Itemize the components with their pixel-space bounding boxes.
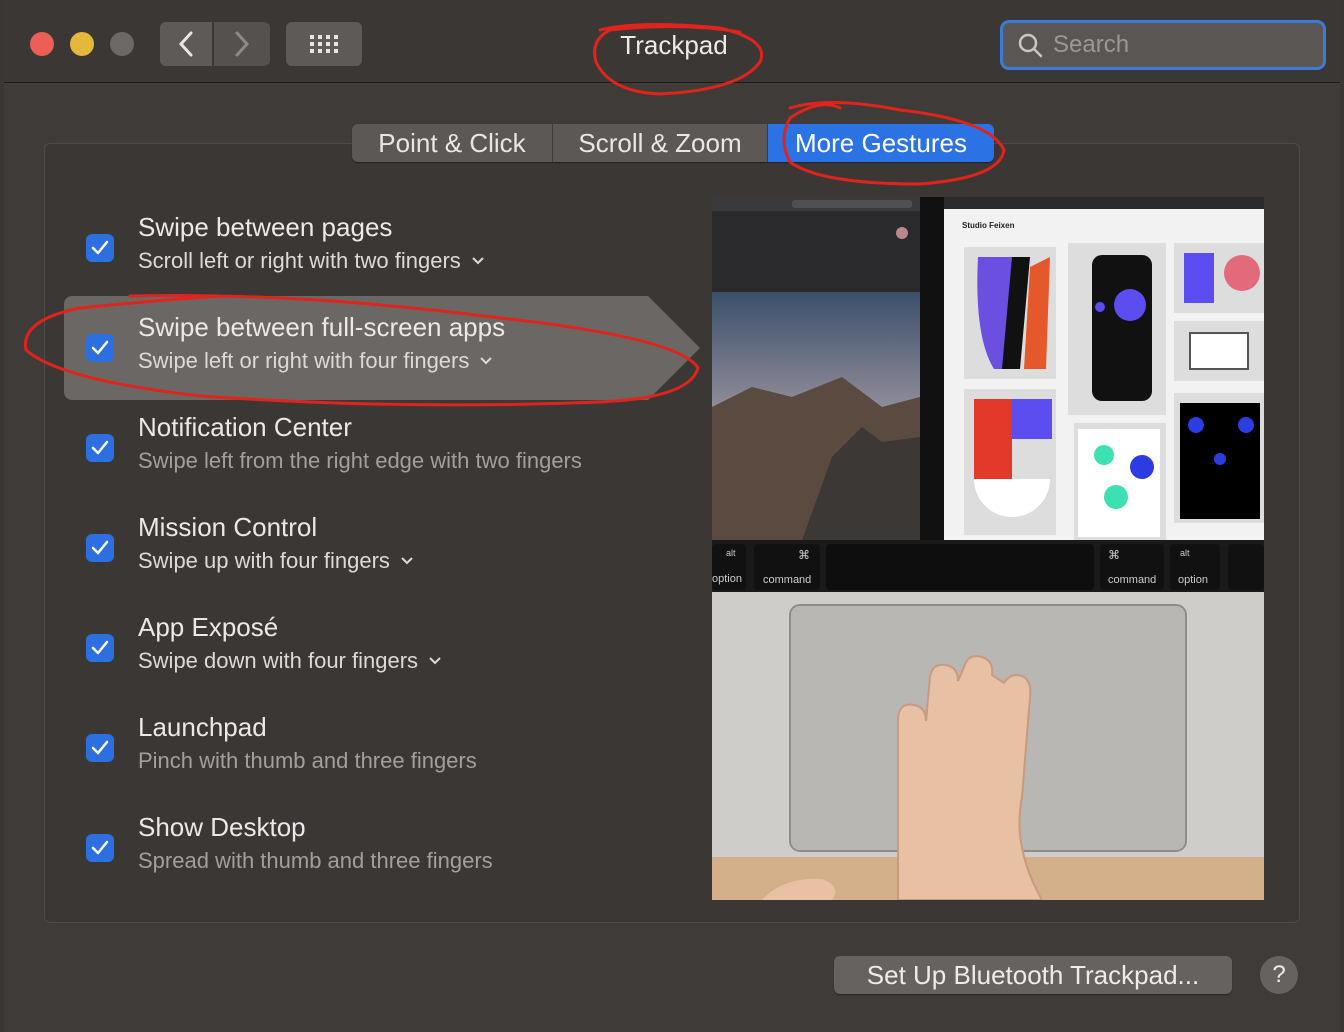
help-button[interactable]: ?	[1260, 956, 1298, 994]
chevron-down-icon	[429, 657, 441, 665]
gesture-row-notification-center[interactable]: Notification Center Swipe left from the …	[64, 396, 704, 496]
checkbox-show-desktop[interactable]	[86, 834, 114, 862]
key-alt-left: alt	[726, 548, 736, 558]
key-alt-right: alt	[1180, 548, 1190, 558]
selection-arrow	[648, 296, 700, 400]
minimize-button[interactable]	[70, 32, 94, 56]
checkbox-mission-control[interactable]	[86, 534, 114, 562]
gesture-row-show-desktop[interactable]: Show Desktop Spread with thumb and three…	[64, 796, 704, 896]
gesture-title: Mission Control	[138, 512, 318, 542]
gesture-preview-video: Studio Feixen alt option ⌘ command ⌘ com…	[712, 197, 1264, 900]
back-button[interactable]	[160, 22, 212, 66]
gesture-title: Show Desktop	[138, 812, 306, 842]
setup-bluetooth-trackpad-button[interactable]: Set Up Bluetooth Trackpad...	[834, 956, 1232, 994]
chevron-down-icon	[472, 257, 484, 265]
gesture-row-mission-control[interactable]: Mission Control Swipe up with four finge…	[64, 496, 704, 596]
checkmark-icon	[91, 740, 109, 755]
checkbox-swipe-pages[interactable]	[86, 234, 114, 262]
gesture-subtitle: Spread with thumb and three fingers	[138, 848, 493, 873]
window-title: Trackpad	[620, 30, 728, 60]
key-option-right: option	[1178, 574, 1208, 586]
key-cmd-symbol-left: ⌘	[798, 548, 810, 562]
gesture-subtitle: Swipe left from the right edge with two …	[138, 448, 582, 473]
key-option-left: option	[712, 573, 742, 585]
checkbox-launchpad[interactable]	[86, 734, 114, 762]
preferences-window: Trackpad Point & Click Scroll & Zoom Mor…	[4, 0, 1340, 1032]
checkmark-icon	[91, 540, 109, 555]
search-field[interactable]	[1000, 20, 1326, 70]
checkmark-icon	[91, 240, 109, 255]
grid-icon	[310, 35, 338, 53]
gesture-title: Launchpad	[138, 712, 267, 742]
gesture-option-menu[interactable]: Swipe down with four fingers	[138, 648, 442, 674]
key-command-right: command	[1108, 574, 1156, 586]
checkmark-icon	[91, 840, 109, 855]
gesture-row-launchpad[interactable]: Launchpad Pinch with thumb and three fin…	[64, 696, 704, 796]
title-bar: Trackpad	[4, 0, 1340, 83]
chevron-right-icon	[235, 31, 250, 57]
gesture-option-menu[interactable]: Swipe left or right with four fingers	[138, 348, 493, 374]
tab-scroll-zoom[interactable]: Scroll & Zoom	[553, 124, 768, 162]
checkmark-icon	[91, 340, 109, 355]
search-input[interactable]	[1051, 30, 1305, 60]
tab-bar: Point & Click Scroll & Zoom More Gesture…	[352, 124, 994, 162]
tab-point-click[interactable]: Point & Click	[352, 124, 553, 162]
gesture-row-swipe-pages[interactable]: Swipe between pages Scroll left or right…	[64, 196, 704, 296]
tab-more-gestures[interactable]: More Gestures	[768, 124, 994, 162]
chevron-left-icon	[178, 31, 193, 57]
gesture-title: Swipe between pages	[138, 212, 393, 242]
checkbox-swipe-fullscreen[interactable]	[86, 334, 114, 362]
zoom-button[interactable]	[110, 32, 134, 56]
gesture-title: Swipe between full-screen apps	[138, 312, 506, 342]
chevron-down-icon	[401, 557, 413, 565]
gesture-row-app-expose[interactable]: App Exposé Swipe down with four fingers	[64, 596, 704, 696]
search-icon	[1018, 33, 1043, 58]
gesture-subtitle: Swipe left or right with four fingers	[138, 348, 470, 373]
show-all-button[interactable]	[286, 22, 362, 66]
chevron-down-icon	[480, 357, 493, 365]
preview-illustration: Studio Feixen alt option ⌘ command ⌘ com…	[712, 197, 1264, 900]
gesture-subtitle: Scroll left or right with two fingers	[138, 248, 461, 273]
gesture-row-swipe-fullscreen[interactable]: Swipe between full-screen apps Swipe lef…	[64, 296, 704, 400]
preview-site-name: Studio Feixen	[962, 221, 1015, 230]
forward-button[interactable]	[214, 22, 270, 66]
close-button[interactable]	[30, 32, 54, 56]
gesture-subtitle: Swipe down with four fingers	[138, 648, 419, 673]
checkbox-notification-center[interactable]	[86, 434, 114, 462]
checkmark-icon	[91, 440, 109, 455]
checkbox-app-expose[interactable]	[86, 634, 114, 662]
key-cmd-symbol-right: ⌘	[1108, 548, 1120, 562]
key-command-left: command	[763, 574, 811, 586]
checkmark-icon	[91, 640, 109, 655]
gesture-option-menu[interactable]: Scroll left or right with two fingers	[138, 248, 485, 274]
gesture-title: Notification Center	[138, 412, 352, 442]
gesture-subtitle: Pinch with thumb and three fingers	[138, 748, 477, 773]
gesture-title: App Exposé	[138, 612, 279, 642]
gesture-option-menu[interactable]: Swipe up with four fingers	[138, 548, 414, 574]
gesture-subtitle: Swipe up with four fingers	[138, 548, 390, 573]
